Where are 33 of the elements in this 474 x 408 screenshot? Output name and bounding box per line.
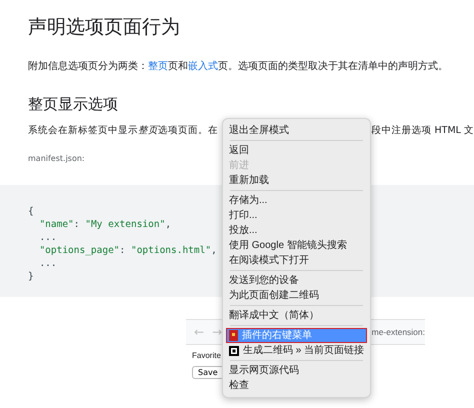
menu-item[interactable]: 存储为... [226,193,368,208]
square-icon [229,346,239,356]
menu-item[interactable]: 检查 [226,378,368,393]
code-line: ... [38,231,57,244]
code-line: "name": "My extension", [38,218,172,231]
address-text: me-extension: [372,327,425,337]
field-label: Favorite [192,351,221,360]
code-line: ... [38,257,57,270]
menu-item[interactable]: 返回 [226,143,368,158]
menu-item[interactable]: 投放... [226,223,368,238]
menu-item[interactable]: 使用 Google 智能镜头搜索 [226,238,368,253]
file-label: manifest.json: [28,154,86,163]
section-heading: 整页显示选项 [28,94,119,114]
code-line: } [28,270,34,283]
menu-item[interactable]: 为此页面创建二维码 [226,288,368,303]
menu-item[interactable]: 打印... [226,208,368,223]
code-line: "options_page": "options.html", [38,244,217,257]
link[interactable]: 整页 [148,61,168,72]
menu-item[interactable]: 重新加载 [226,173,368,188]
save-button[interactable]: Save [192,366,224,379]
section-text: 系统会在新标签页中显示整页选项页面。在 [28,124,218,138]
menu-item[interactable]: 在阅读模式下打开 [226,253,368,268]
menu-item[interactable]: 显示网页源代码 [226,363,368,378]
menu-item[interactable]: 生成二维码 » 当前页面链接 [226,343,368,358]
menu-item[interactable]: 退出全屏模式 [226,123,368,138]
code-line: { [28,205,34,218]
intro-paragraph: 附加信息选项页分为两类：整页页和嵌入式页。选项页面的类型取决于其在清单中的声明方式。 [28,60,449,74]
link[interactable]: 嵌入式 [188,61,218,72]
extension-icon [229,330,238,341]
menu-item[interactable]: 发送到您的设备 [226,273,368,288]
page-title: 声明选项页面行为 [28,15,181,40]
menu-item[interactable]: 翻译成中文（简体） [226,308,368,323]
section-text: 段中注册选项 HTML 文 [372,124,474,138]
